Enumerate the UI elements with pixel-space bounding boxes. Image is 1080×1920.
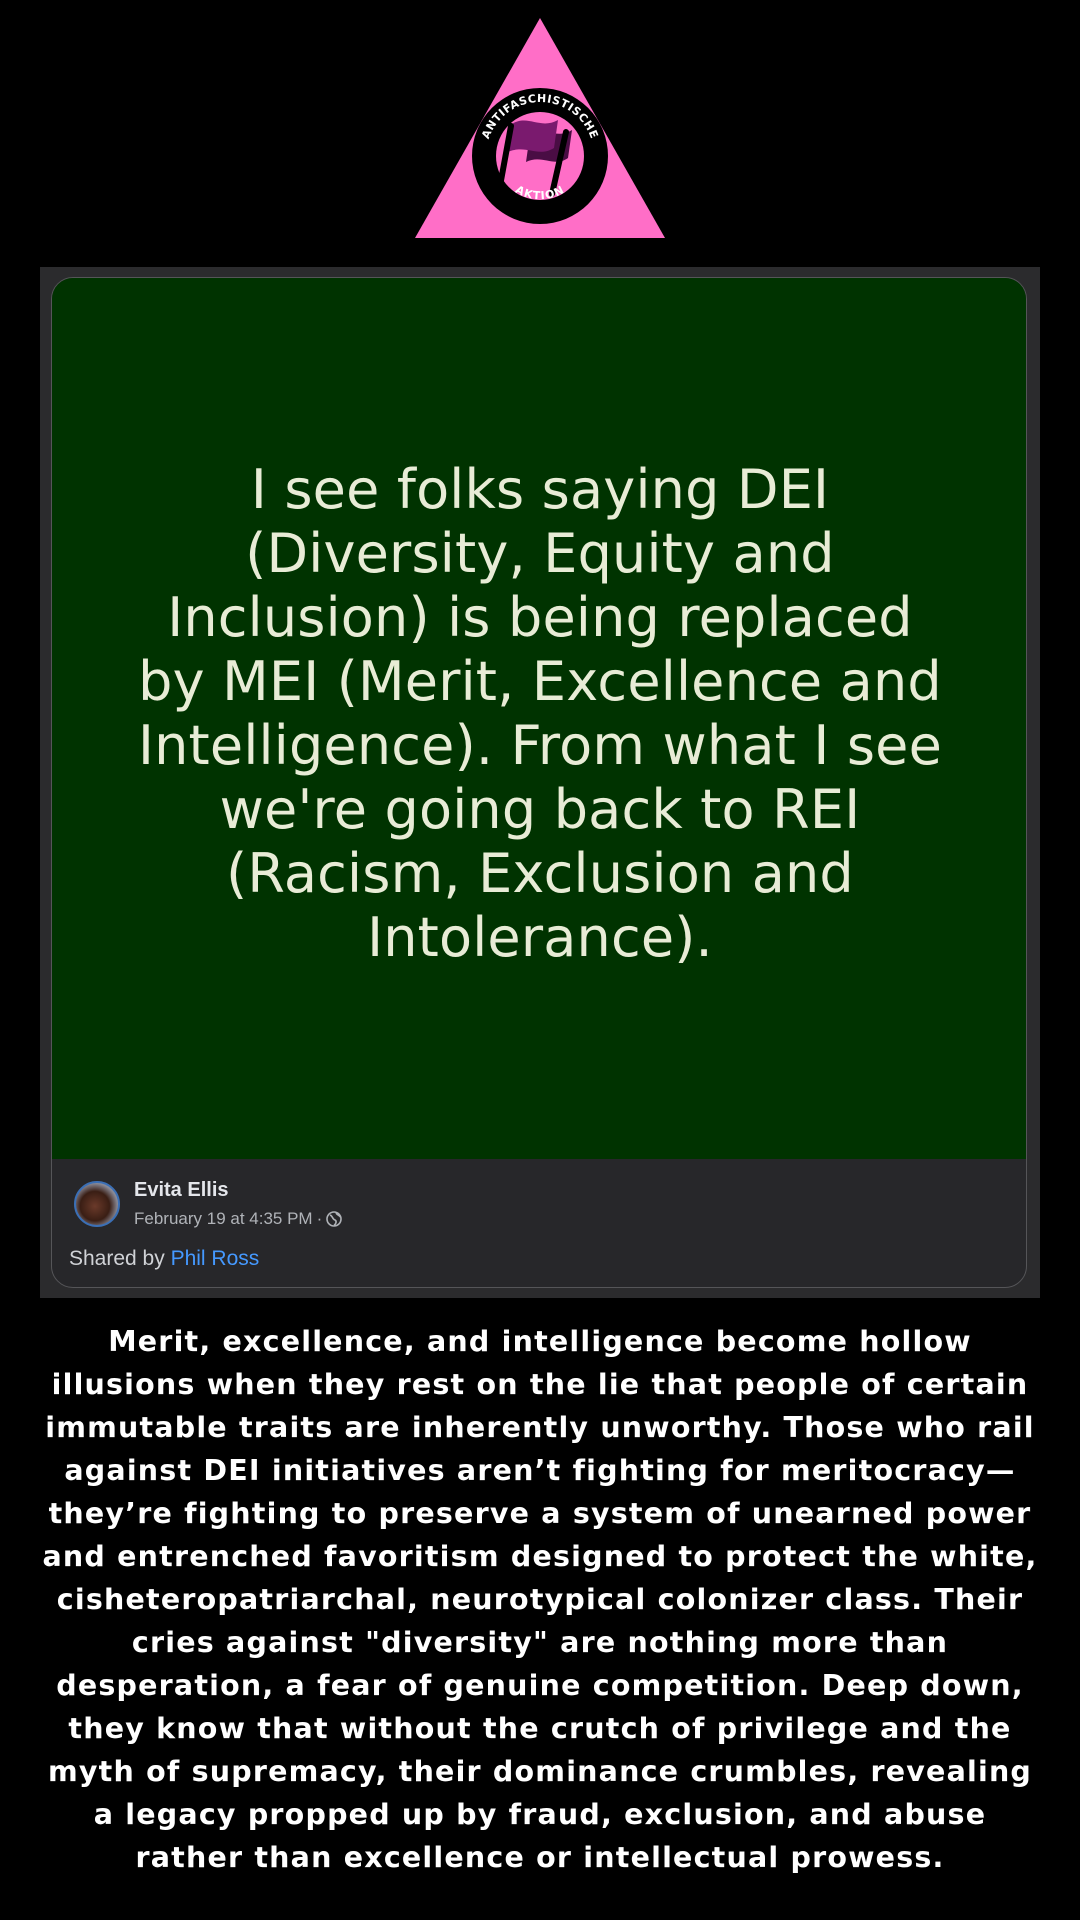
caption-text: Merit, excellence, and intelligence beco…: [42, 1325, 1038, 1874]
globe-icon: [326, 1211, 343, 1227]
post-image-text: I see folks saying DEI (Diversity, Equit…: [137, 457, 943, 969]
shared-by-label: Shared by: [69, 1247, 171, 1270]
post-date[interactable]: February 19 at 4:35 PM: [134, 1209, 313, 1229]
shared-by-name[interactable]: Phil Ross: [171, 1247, 260, 1270]
antifa-logo-graphic: ANTIFASCHISTISCHE AKTION: [415, 18, 665, 238]
antifa-logo: ANTIFASCHISTISCHE AKTION: [412, 16, 668, 240]
post-card[interactable]: I see folks saying DEI (Diversity, Equit…: [51, 277, 1027, 1288]
post-date-row: February 19 at 4:35 PM ·: [134, 1209, 343, 1229]
front-flag-icon: [508, 120, 558, 152]
shared-by-row: Shared by Phil Ross: [69, 1247, 259, 1271]
shared-post-frame: I see folks saying DEI (Diversity, Equit…: [40, 267, 1040, 1298]
avatar[interactable]: [74, 1181, 120, 1227]
author-name[interactable]: Evita Ellis: [134, 1179, 229, 1202]
post-image[interactable]: I see folks saying DEI (Diversity, Equit…: [52, 278, 1026, 1159]
post-meta: Evita Ellis February 19 at 4:35 PM · Sha…: [52, 1159, 1026, 1287]
date-separator: ·: [316, 1209, 323, 1228]
